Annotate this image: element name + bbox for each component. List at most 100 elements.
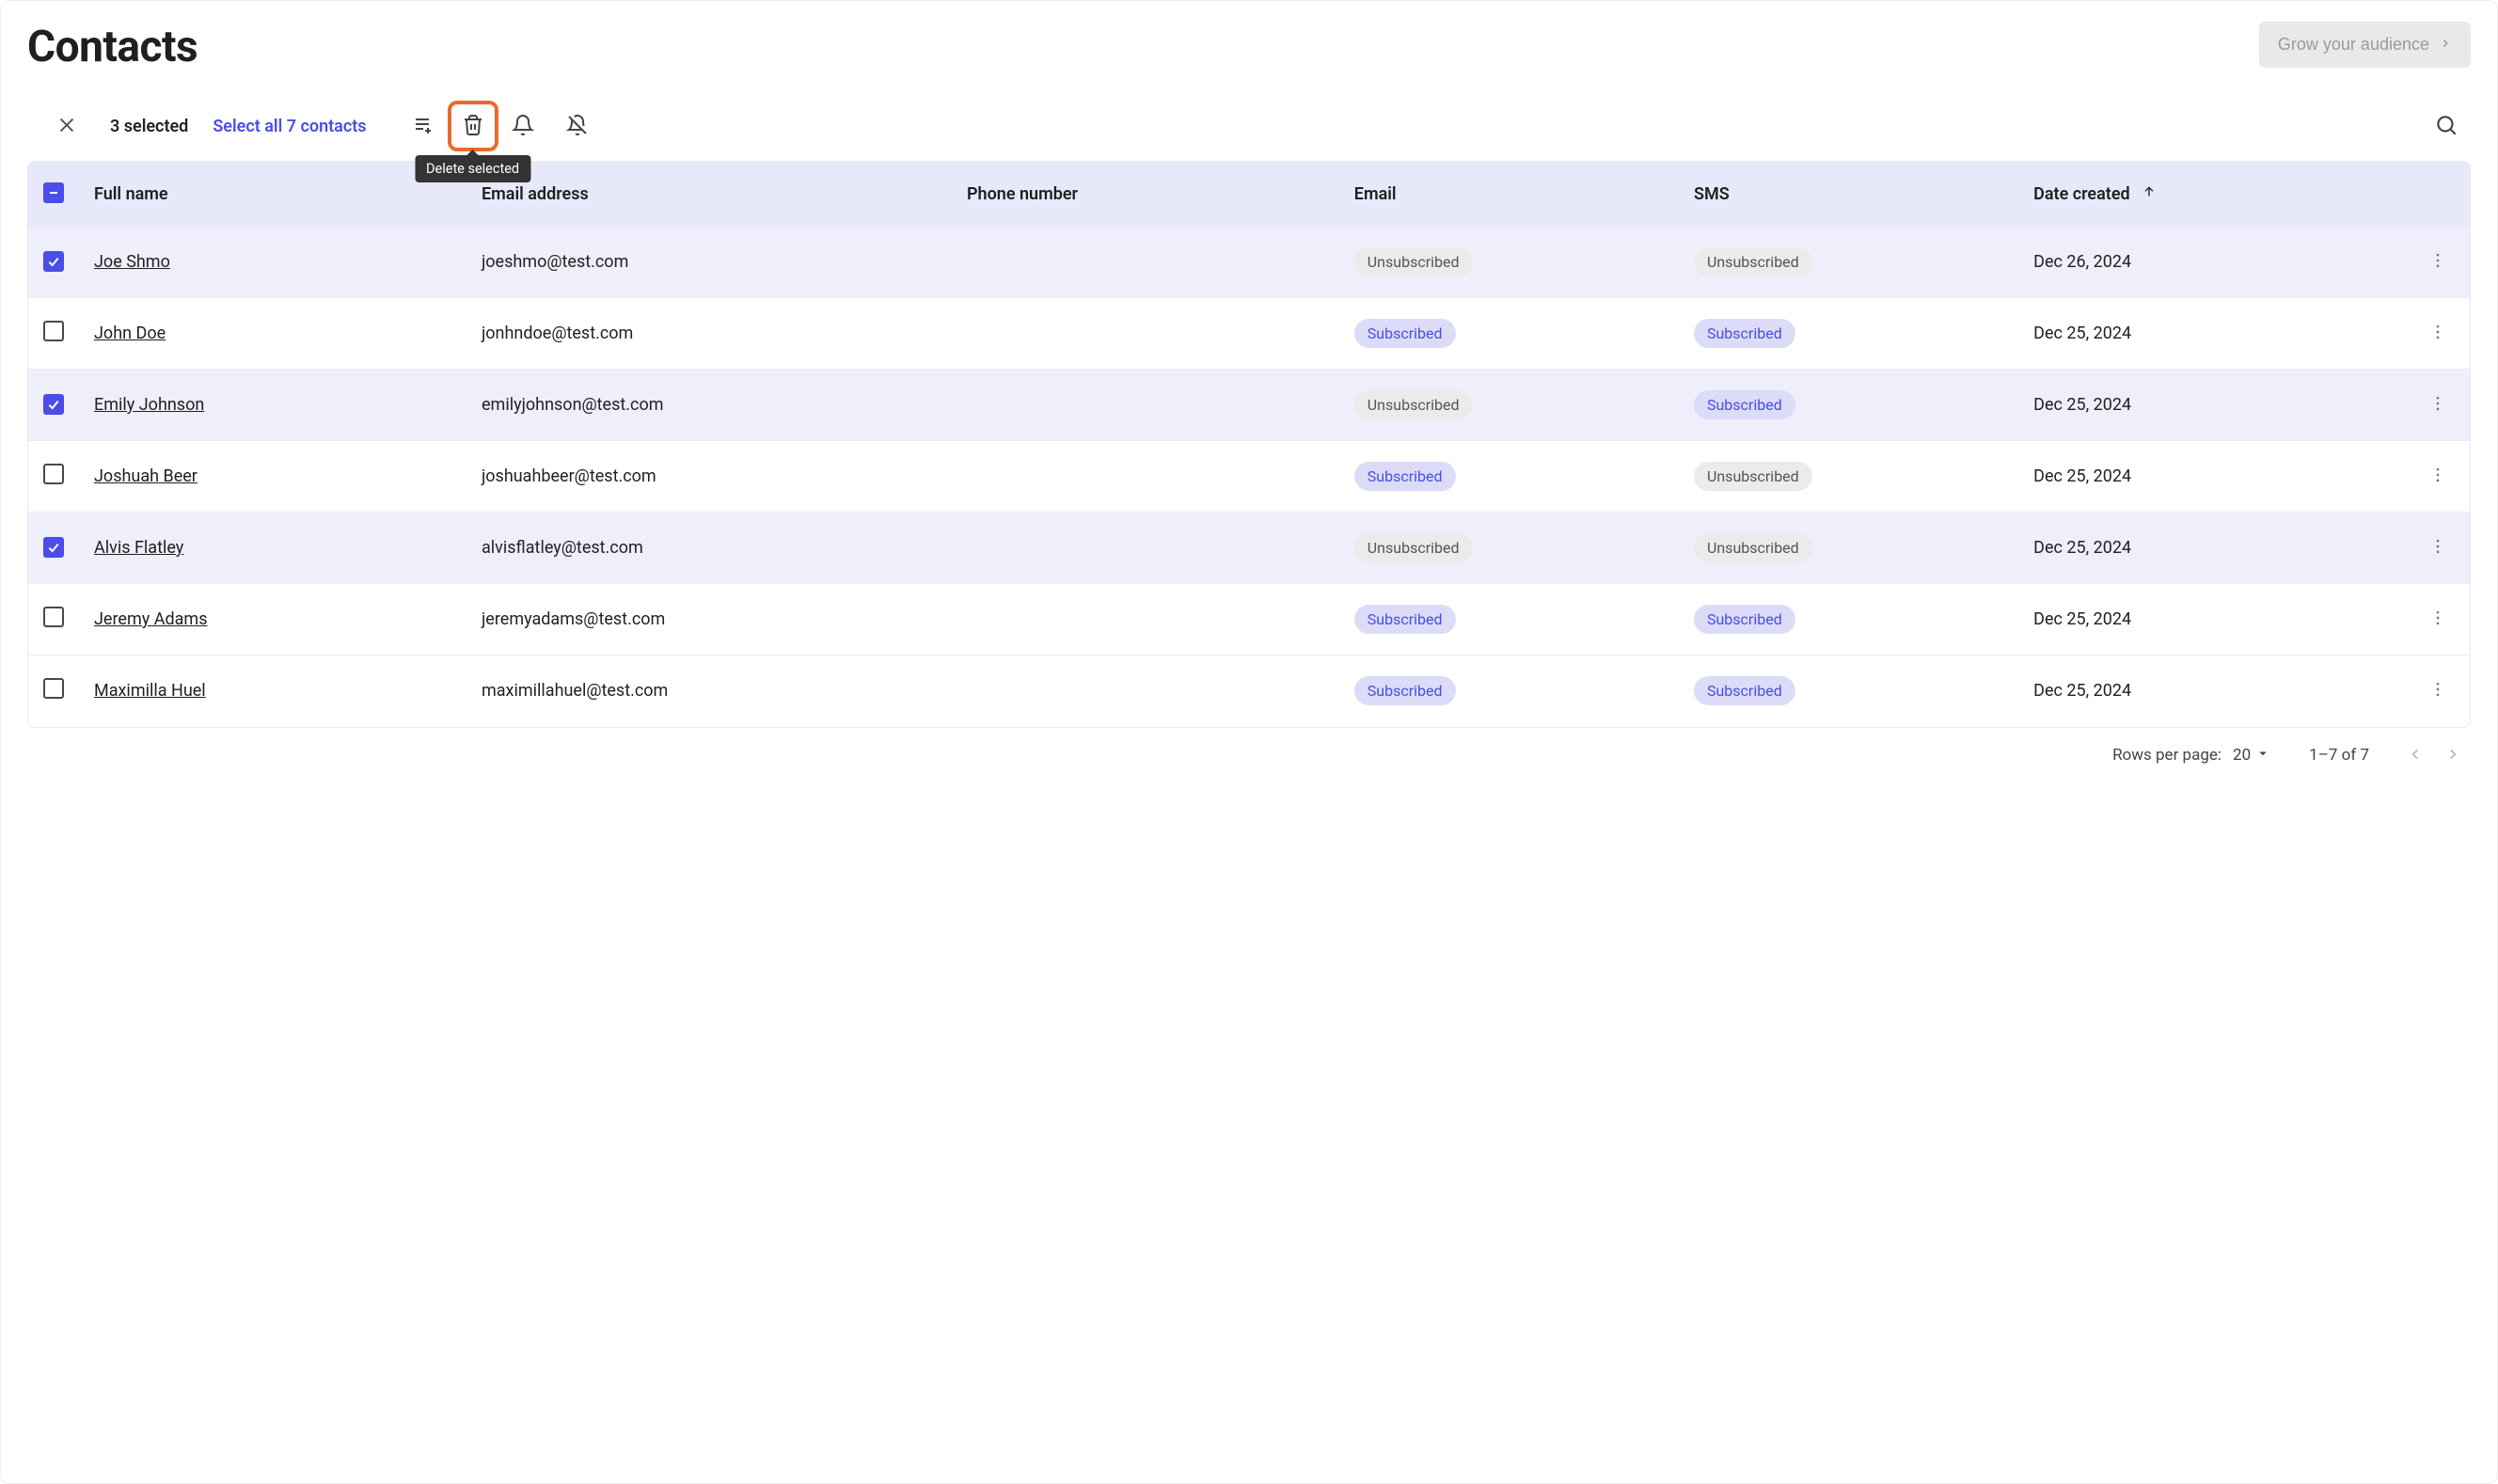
column-header-email[interactable]: Email — [1339, 162, 1679, 227]
email-status-pill: Subscribed — [1354, 676, 1456, 705]
kebab-icon — [2428, 251, 2447, 273]
contacts-table-wrap: Full name Email address Phone number Ema… — [27, 161, 2471, 728]
contact-email: alvisflatley@test.com — [466, 513, 952, 584]
row-checkbox[interactable] — [43, 321, 64, 341]
kebab-icon — [2428, 608, 2447, 630]
page: Contacts Grow your audience 3 selected S… — [0, 0, 2498, 1484]
table-footer: Rows per page: 20 1–7 of 7 — [27, 728, 2471, 766]
select-all-link[interactable]: Select all 7 contacts — [213, 117, 366, 136]
select-all-checkbox[interactable] — [43, 182, 64, 203]
search-icon — [2434, 113, 2458, 140]
table-row: Jeremy Adamsjeremyadams@test.comSubscrib… — [28, 584, 2470, 655]
column-header-phone-number[interactable]: Phone number — [952, 162, 1339, 227]
kebab-icon — [2428, 323, 2447, 344]
sms-status-pill: Subscribed — [1694, 319, 1795, 348]
list-add-icon — [412, 114, 435, 139]
row-checkbox[interactable] — [43, 394, 64, 415]
contact-name-link[interactable]: Joshuah Beer — [94, 466, 198, 486]
pagination-range: 1–7 of 7 — [2309, 746, 2369, 765]
column-header-sms[interactable]: SMS — [1679, 162, 2018, 227]
chevron-right-icon — [2439, 35, 2452, 55]
contact-name-link[interactable]: Maximilla Huel — [94, 681, 206, 701]
contact-date: Dec 25, 2024 — [2018, 298, 2406, 370]
grow-audience-button[interactable]: Grow your audience — [2259, 22, 2471, 68]
subscribe-button[interactable] — [502, 105, 544, 147]
unsubscribe-button[interactable] — [557, 105, 598, 147]
trash-icon — [462, 114, 484, 139]
contact-name-link[interactable]: Joe Shmo — [94, 252, 170, 272]
table-row: Emily Johnsonemilyjohnson@test.comUnsubs… — [28, 370, 2470, 441]
row-actions-button[interactable] — [2421, 603, 2455, 637]
bell-off-icon — [566, 114, 589, 139]
row-checkbox[interactable] — [43, 464, 64, 484]
sms-status-pill: Subscribed — [1694, 390, 1795, 419]
contact-phone — [952, 370, 1339, 441]
row-actions-button[interactable] — [2421, 460, 2455, 494]
prev-page-button[interactable] — [2407, 746, 2424, 766]
contact-date: Dec 25, 2024 — [2018, 513, 2406, 584]
kebab-icon — [2428, 466, 2447, 487]
row-actions-button[interactable] — [2421, 388, 2455, 422]
row-checkbox[interactable] — [43, 251, 64, 272]
delete-selected-button[interactable] — [448, 101, 498, 151]
selected-count: 3 selected — [110, 117, 188, 136]
clear-selection-button[interactable] — [48, 107, 86, 145]
contact-name-link[interactable]: Alvis Flatley — [94, 538, 183, 558]
kebab-icon — [2428, 394, 2447, 416]
column-header-email-address[interactable]: Email address — [466, 162, 952, 227]
table-header: Full name Email address Phone number Ema… — [28, 162, 2470, 227]
row-actions-button[interactable] — [2421, 317, 2455, 351]
contact-phone — [952, 298, 1339, 370]
contact-date: Dec 25, 2024 — [2018, 441, 2406, 513]
grow-audience-label: Grow your audience — [2278, 35, 2429, 55]
kebab-icon — [2428, 537, 2447, 559]
contact-email: jonhndoe@test.com — [466, 298, 952, 370]
dropdown-icon — [2254, 745, 2271, 766]
search-button[interactable] — [2426, 105, 2467, 147]
email-status-pill: Unsubscribed — [1354, 247, 1473, 276]
contact-email: joeshmo@test.com — [466, 227, 952, 298]
row-checkbox[interactable] — [43, 607, 64, 627]
rows-per-page-value: 20 — [2233, 746, 2251, 765]
selection-toolbar: 3 selected Select all 7 contacts Delete … — [27, 101, 2471, 161]
row-actions-button[interactable] — [2421, 531, 2455, 565]
add-to-list-button[interactable] — [403, 105, 444, 147]
chevron-right-icon — [2444, 751, 2461, 766]
sms-status-pill: Unsubscribed — [1694, 533, 1812, 562]
bell-icon — [512, 114, 534, 139]
table-row: Joe Shmo joeshmo@test.com Unsubscribed Unsu… — [28, 227, 2470, 298]
email-status-pill: Unsubscribed — [1354, 390, 1473, 419]
sort-ascending-icon — [2142, 184, 2157, 199]
sms-status-pill: Unsubscribed — [1694, 462, 1812, 491]
contact-email: maximillahuel@test.com — [466, 655, 952, 727]
row-actions-button[interactable] — [2421, 674, 2455, 708]
row-actions-button[interactable] — [2421, 245, 2455, 279]
page-title: Contacts — [27, 22, 198, 72]
contact-phone — [952, 441, 1339, 513]
close-icon — [56, 115, 77, 138]
row-checkbox[interactable] — [43, 537, 64, 558]
email-status-pill: Unsubscribed — [1354, 533, 1473, 562]
table-row: John Doe jonhndoe@test.com Subscribed Subsc… — [28, 298, 2470, 370]
column-header-date-created[interactable]: Date created — [2018, 162, 2406, 227]
contact-phone — [952, 227, 1339, 298]
contact-phone — [952, 655, 1339, 727]
column-header-full-name[interactable]: Full name — [79, 162, 466, 227]
rows-per-page-select[interactable]: 20 — [2233, 745, 2271, 766]
page-nav — [2407, 746, 2461, 766]
delete-tooltip: Delete selected — [415, 155, 530, 182]
next-page-button[interactable] — [2444, 746, 2461, 766]
contact-phone — [952, 584, 1339, 655]
sms-status-pill: Subscribed — [1694, 605, 1795, 634]
kebab-icon — [2428, 680, 2447, 702]
row-checkbox[interactable] — [43, 678, 64, 699]
table-row: Joshuah Beerjoshuahbeer@test.comSubscrib… — [28, 441, 2470, 513]
contact-name-link[interactable]: John Doe — [94, 324, 166, 343]
email-status-pill: Subscribed — [1354, 319, 1456, 348]
contact-name-link[interactable]: Emily Johnson — [94, 395, 204, 415]
chevron-left-icon — [2407, 751, 2424, 766]
table-row: Maximilla Huel maximillahuel@test.com Subs… — [28, 655, 2470, 727]
toolbar-left: 3 selected Select all 7 contacts Delete … — [31, 101, 598, 151]
sms-status-pill: Unsubscribed — [1694, 247, 1812, 276]
contact-name-link[interactable]: Jeremy Adams — [94, 609, 207, 629]
